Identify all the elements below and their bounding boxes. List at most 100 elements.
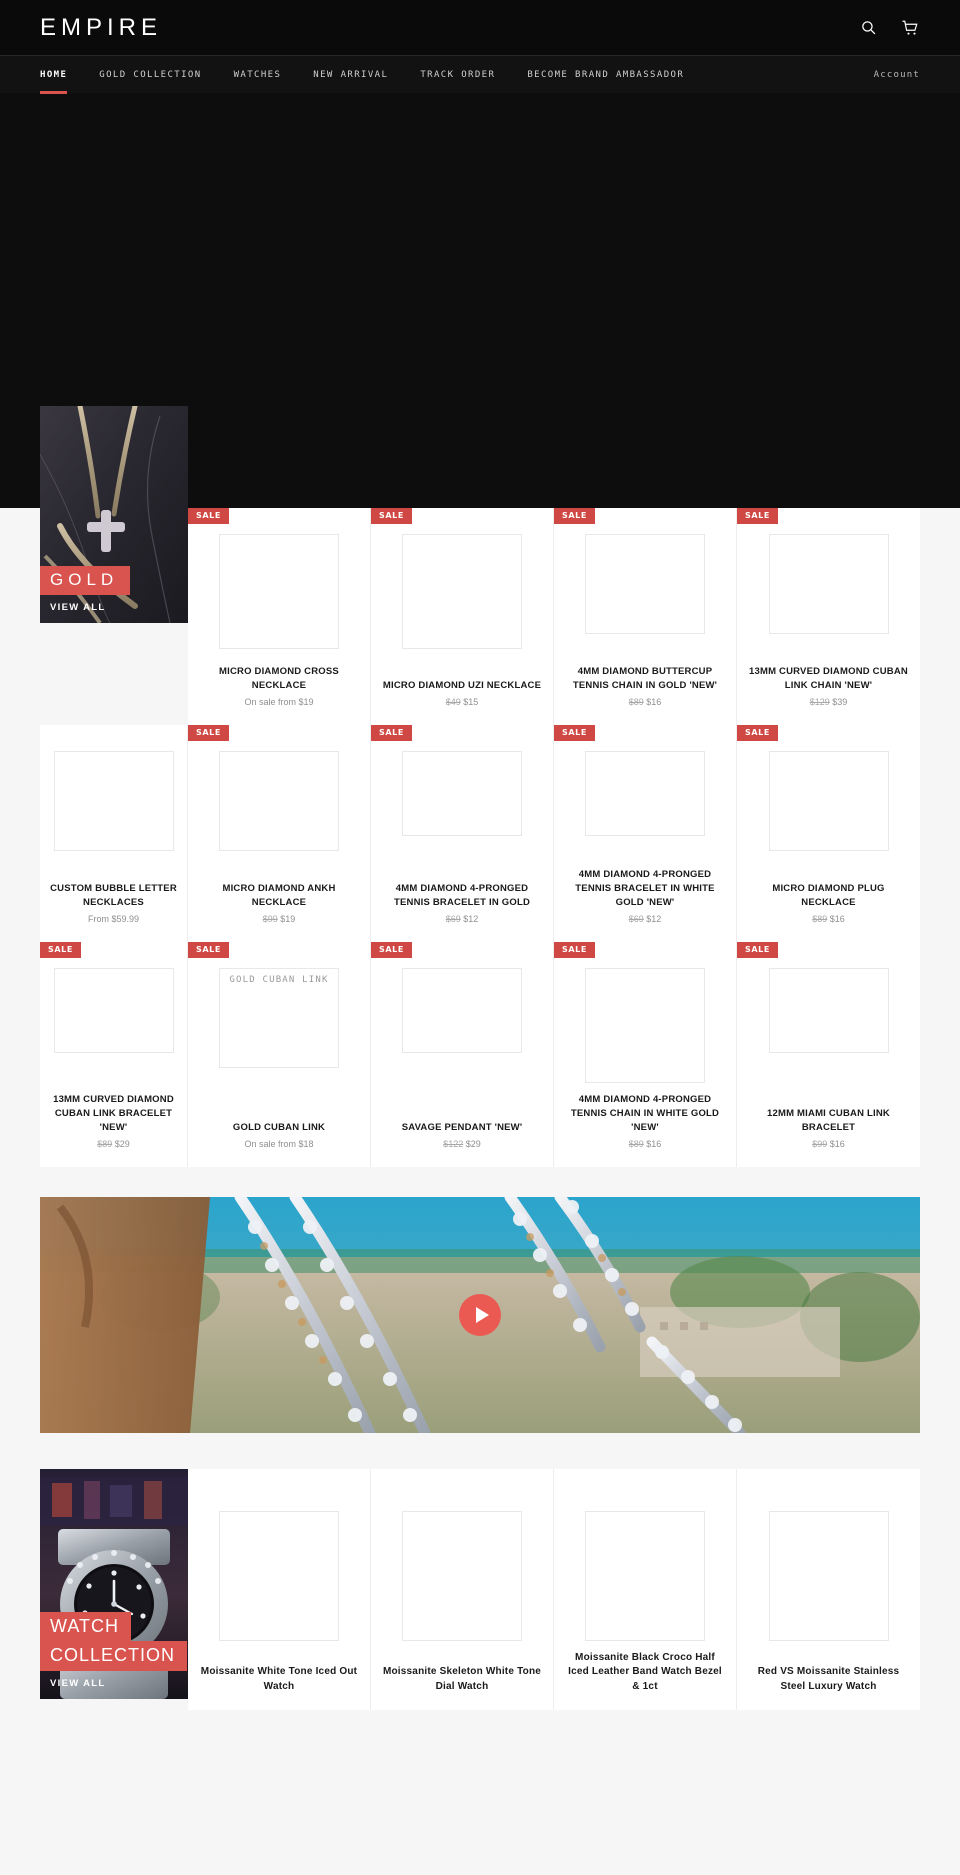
product-card[interactable]: SALE SAVAGE PENDANT 'NEW' $122 $29 xyxy=(371,942,554,1167)
product-image xyxy=(768,751,889,851)
nav-account-link[interactable]: Account xyxy=(874,70,920,80)
nav-item-track-order[interactable]: TRACK ORDER xyxy=(404,56,511,93)
product-card[interactable]: Moissanite White Tone Iced Out Watch xyxy=(188,1468,371,1711)
price-original: $89 xyxy=(628,697,644,708)
product-card[interactable]: SALE MICRO DIAMOND UZI NECKLACE $49 $15 xyxy=(371,508,554,725)
sale-badge: SALE xyxy=(371,508,412,524)
product-card[interactable]: Red VS Moissanite Stainless Steel Luxury… xyxy=(737,1468,920,1711)
price-sale: $15 xyxy=(463,697,479,708)
product-price: $122 $29 xyxy=(381,1139,543,1151)
gold-products-row-3: SALE 13MM CURVED DIAMOND CUBAN LINK BRAC… xyxy=(40,942,920,1167)
nav-item-gold-collection[interactable]: GOLD COLLECTION xyxy=(83,56,217,93)
gold-promo-title: GOLD xyxy=(40,566,131,595)
gold-collection-section: GOLD VIEW ALL SALE MICRO DIAMOND CROSS N… xyxy=(0,406,960,1167)
price-original: $89 xyxy=(97,1139,113,1150)
product-card[interactable]: SALE MICRO DIAMOND PLUG NECKLACE $89 $16 xyxy=(737,725,920,942)
site-logo[interactable]: EMPIRE xyxy=(40,15,162,40)
price-sale: $19 xyxy=(280,914,296,925)
product-card[interactable]: SALE GOLD CUBAN LINK GOLD CUBAN LINK On … xyxy=(188,942,371,1167)
product-price: From $59.99 xyxy=(87,914,140,925)
nav-item-brand-ambassador[interactable]: BECOME BRAND AMBASSADOR xyxy=(511,56,700,93)
product-info: 4MM DIAMOND 4-PRONGED TENNIS BRACELET IN… xyxy=(564,858,726,926)
product-card[interactable]: Moissanite Skeleton White Tone Dial Watc… xyxy=(371,1468,554,1711)
sale-badge: SALE xyxy=(371,725,412,741)
product-title: Red VS Moissanite Stainless Steel Luxury… xyxy=(757,1666,900,1692)
sale-badge: SALE xyxy=(554,942,595,958)
play-button[interactable] xyxy=(459,1293,501,1336)
watch-collection-promo-card[interactable]: WATCH COLLECTION VIEW ALL xyxy=(40,1468,188,1699)
product-info: MICRO DIAMOND UZI NECKLACE $49 $15 xyxy=(381,669,543,709)
price-sale: $39 xyxy=(832,697,848,708)
price-original: $129 xyxy=(809,697,830,708)
product-info: Moissanite Black Croco Half Iced Leather… xyxy=(564,1641,726,1695)
gold-promo-overlay: GOLD VIEW ALL xyxy=(40,566,188,623)
search-icon[interactable] xyxy=(858,18,878,38)
product-title: MICRO DIAMOND UZI NECKLACE xyxy=(382,679,542,691)
product-card[interactable]: CUSTOM BUBBLE LETTER NECKLACES From $59.… xyxy=(40,725,188,942)
watch-collection-row: WATCH COLLECTION VIEW ALL Moissanite Whi… xyxy=(40,1468,920,1711)
nav-item-new-arrival[interactable]: NEW ARRIVAL xyxy=(297,56,404,93)
product-price: $99 $19 xyxy=(198,914,360,926)
product-price: On sale from $18 xyxy=(244,1139,314,1150)
product-info: Moissanite Skeleton White Tone Dial Watc… xyxy=(381,1655,543,1694)
price-original: $69 xyxy=(445,914,461,925)
product-card[interactable]: SALE 13MM CURVED DIAMOND CUBAN LINK BRAC… xyxy=(40,942,188,1167)
gold-collection-promo-card[interactable]: GOLD VIEW ALL xyxy=(40,406,188,623)
price-sale: $16 xyxy=(646,1139,662,1150)
product-title: MICRO DIAMOND ANKH NECKLACE xyxy=(222,882,336,908)
site-header: EMPIRE xyxy=(0,0,960,55)
product-price: $89 $16 xyxy=(747,914,910,926)
sale-badge: SALE xyxy=(554,725,595,741)
product-title: SAVAGE PENDANT 'NEW' xyxy=(401,1121,523,1133)
product-price: On sale from $19 xyxy=(244,697,314,708)
product-info: SAVAGE PENDANT 'NEW' $122 $29 xyxy=(381,1111,543,1151)
product-image xyxy=(219,751,339,851)
product-card[interactable]: SALE 13MM CURVED DIAMOND CUBAN LINK CHAI… xyxy=(737,508,920,725)
sale-badge: SALE xyxy=(188,508,229,524)
sale-badge: SALE xyxy=(40,942,81,958)
product-card[interactable]: SALE 12MM MIAMI CUBAN LINK BRACELET $99 … xyxy=(737,942,920,1167)
nav-item-watches[interactable]: WATCHES xyxy=(218,56,298,93)
video-banner-section xyxy=(0,1166,960,1433)
product-image xyxy=(585,1510,705,1641)
price-sale: $29 xyxy=(465,1139,481,1150)
product-info: 13MM CURVED DIAMOND CUBAN LINK BRACELET … xyxy=(50,1083,177,1151)
product-title: 4MM DIAMOND 4-PRONGED TENNIS CHAIN IN WH… xyxy=(570,1094,720,1133)
product-card[interactable]: SALE MICRO DIAMOND CROSS NECKLACE On sal… xyxy=(188,508,371,725)
product-title: 4MM DIAMOND BUTTERCUP TENNIS CHAIN IN GO… xyxy=(572,665,718,691)
nav-item-home[interactable]: HOME xyxy=(40,56,83,94)
product-title: 4MM DIAMOND 4-PRONGED TENNIS BRACELET IN… xyxy=(393,882,531,908)
sale-badge: SALE xyxy=(737,508,778,524)
product-info: 12MM MIAMI CUBAN LINK BRACELET $99 $16 xyxy=(747,1097,910,1151)
product-card[interactable]: SALE 4MM DIAMOND 4-PRONGED TENNIS BRACEL… xyxy=(371,725,554,942)
main-navigation: HOME GOLD COLLECTION WATCHES NEW ARRIVAL… xyxy=(0,55,960,94)
product-image xyxy=(402,968,522,1053)
product-card[interactable]: SALE MICRO DIAMOND ANKH NECKLACE $99 $19 xyxy=(188,725,371,942)
sale-badge: SALE xyxy=(371,942,412,958)
product-title: 13MM CURVED DIAMOND CUBAN LINK BRACELET … xyxy=(53,1094,174,1133)
product-image-label: GOLD CUBAN LINK xyxy=(229,975,329,985)
product-info: GOLD CUBAN LINK On sale from $18 xyxy=(198,1111,360,1151)
watch-promo-view-all[interactable]: VIEW ALL xyxy=(40,1671,188,1689)
product-title: Moissanite White Tone Iced Out Watch xyxy=(200,1666,358,1692)
gold-promo-view-all[interactable]: VIEW ALL xyxy=(40,595,188,613)
product-card[interactable]: SALE 4MM DIAMOND 4-PRONGED TENNIS CHAIN … xyxy=(554,942,737,1167)
product-title: Moissanite Skeleton White Tone Dial Watc… xyxy=(382,1666,542,1692)
product-price: $129 $39 xyxy=(747,697,910,709)
watch-promo-title-line2: COLLECTION xyxy=(40,1641,188,1671)
gold-collection-row-1: GOLD VIEW ALL SALE MICRO DIAMOND CROSS N… xyxy=(40,406,920,725)
product-card[interactable]: SALE 4MM DIAMOND 4-PRONGED TENNIS BRACEL… xyxy=(554,725,737,942)
product-card[interactable]: Moissanite Black Croco Half Iced Leather… xyxy=(554,1468,737,1711)
product-image xyxy=(585,968,705,1083)
product-image xyxy=(768,968,889,1053)
price-original: $122 xyxy=(443,1139,464,1150)
cart-icon[interactable] xyxy=(900,18,920,38)
product-price: $89 $29 xyxy=(50,1139,177,1151)
product-info: CUSTOM BUBBLE LETTER NECKLACES From $59.… xyxy=(50,872,177,926)
video-banner[interactable] xyxy=(40,1196,920,1433)
product-info: 4MM DIAMOND BUTTERCUP TENNIS CHAIN IN GO… xyxy=(564,655,726,709)
product-info: MICRO DIAMOND ANKH NECKLACE $99 $19 xyxy=(198,872,360,926)
watch-promo-title-line1: WATCH xyxy=(40,1611,131,1642)
product-card[interactable]: SALE 4MM DIAMOND BUTTERCUP TENNIS CHAIN … xyxy=(554,508,737,725)
product-image xyxy=(219,1510,339,1641)
